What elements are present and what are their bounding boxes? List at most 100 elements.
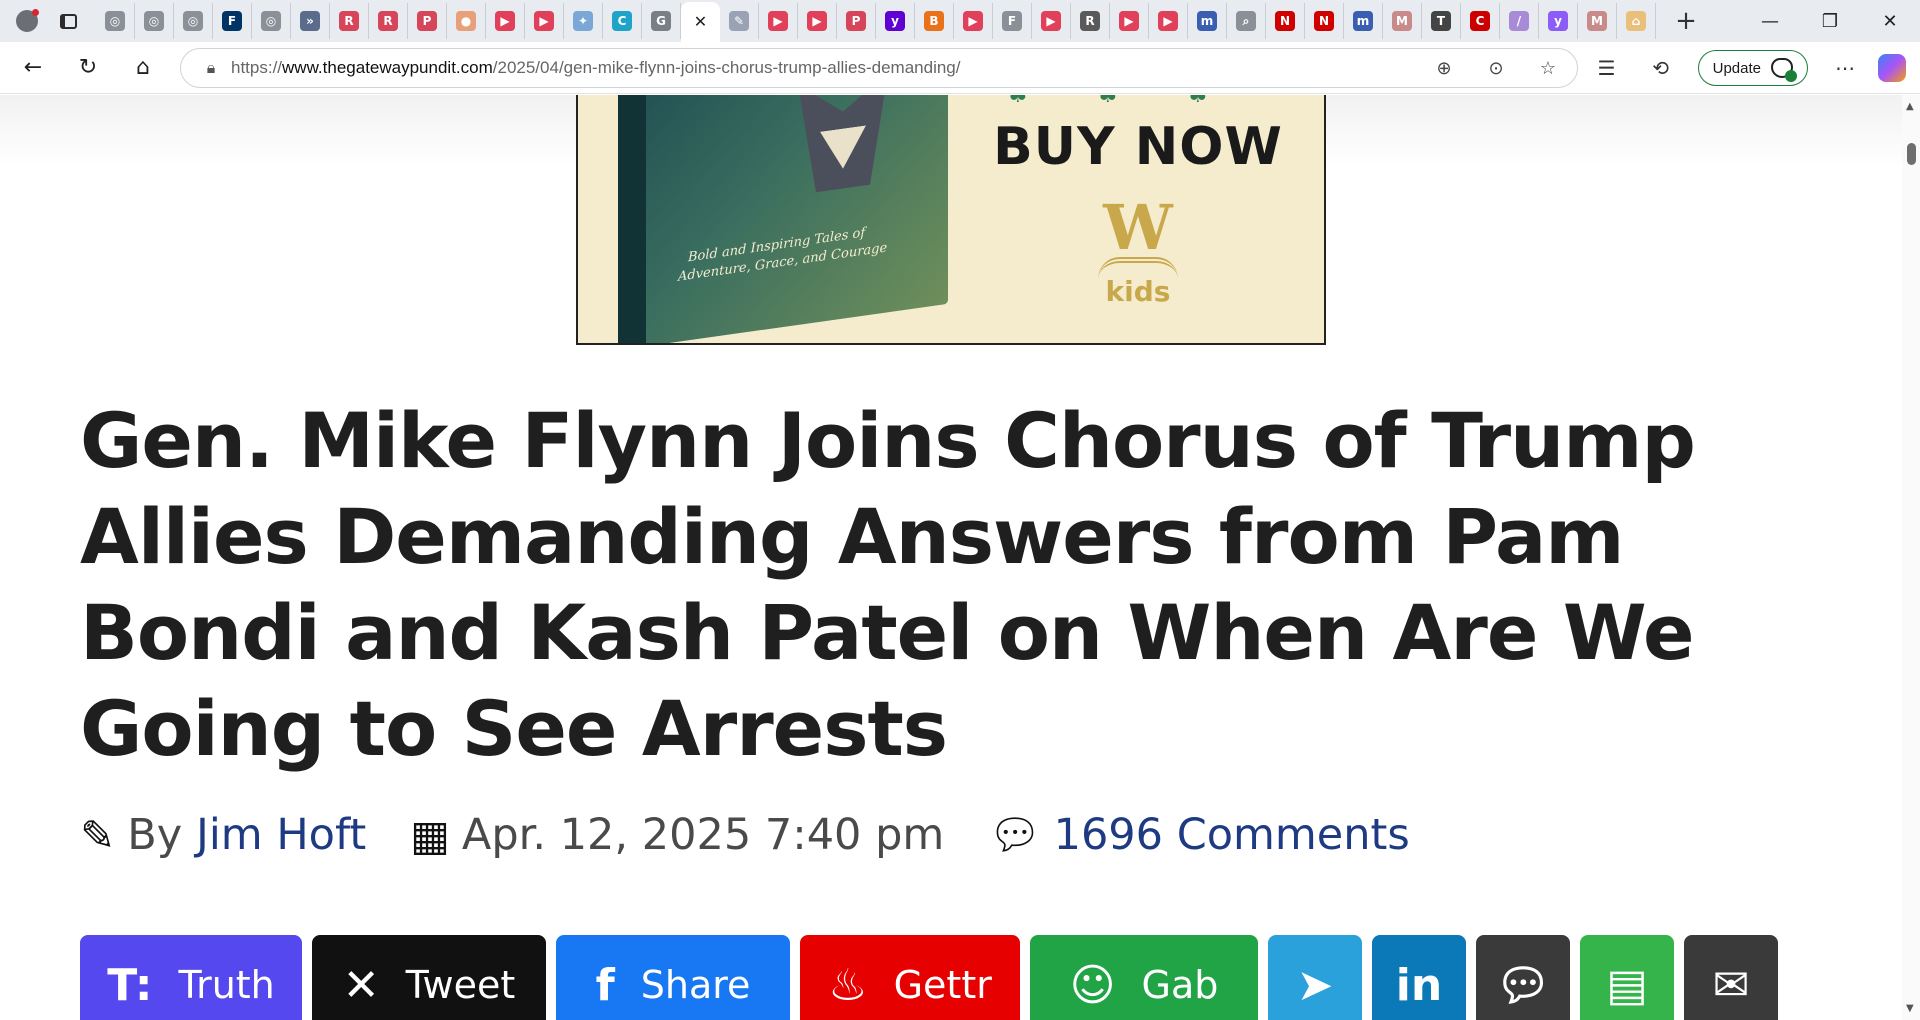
tab[interactable]: G <box>642 3 681 39</box>
back-button[interactable]: ← <box>11 48 55 88</box>
tab[interactable]: C <box>603 3 642 39</box>
author-link[interactable]: Jim Hoft <box>196 810 366 860</box>
home-button[interactable]: ⌂ <box>121 48 165 88</box>
tab[interactable]: ▶ <box>1110 3 1149 39</box>
comments-icon: 💬︎ <box>988 810 1042 859</box>
share-gettr-label: Gettr <box>893 963 992 1007</box>
foxnews-icon: F <box>222 11 242 31</box>
share-linkedin-button[interactable]: in <box>1372 935 1466 1020</box>
profile-button[interactable] <box>10 4 44 38</box>
telegram-icon: ➤ <box>1296 959 1334 1011</box>
envelope-icon: ✉ <box>1712 959 1750 1011</box>
refresh-button[interactable]: ↻ <box>66 48 110 88</box>
scroll-down-arrow-icon[interactable]: ▼ <box>1906 1003 1914 1014</box>
brand-logo-letter: W <box>1103 191 1173 264</box>
tab[interactable]: F <box>213 3 252 39</box>
share-email-button[interactable]: ✉ <box>1684 935 1778 1020</box>
tab[interactable]: B <box>915 3 954 39</box>
tab[interactable]: y <box>1539 3 1578 39</box>
more-menu-icon[interactable]: ⋯ <box>1818 56 1872 80</box>
share-truth-button[interactable]: T: Truth <box>80 935 302 1020</box>
reading-icon[interactable]: ⊙ <box>1477 58 1515 79</box>
restore-button[interactable]: ❐ <box>1800 0 1860 42</box>
notification-dot <box>32 9 39 16</box>
update-button[interactable]: Update <box>1697 50 1808 86</box>
advertisement-banner[interactable]: ♣ ♣ ♣ Bold and Inspiring Tales of Advent… <box>576 95 1326 345</box>
tab[interactable]: ▶ <box>486 3 525 39</box>
address-bar[interactable]: 🔒︎ https://www.thegatewaypundit.com/2025… <box>180 48 1578 88</box>
share-gettr-button[interactable]: ♨ Gettr <box>800 935 1020 1020</box>
share-gab-button[interactable]: ☺ Gab <box>1030 935 1258 1020</box>
scroll-up-arrow-icon[interactable]: ▲ <box>1906 101 1914 112</box>
globe-icon: ◎ <box>261 11 281 31</box>
share-facebook-button[interactable]: f Share <box>556 935 790 1020</box>
page-scrollbar[interactable]: ▲ ▼ <box>1902 95 1920 1020</box>
share-bar: T: Truth ✕ Tweet f Share ♨ Gettr ☺ Gab ➤… <box>80 935 1778 1020</box>
minimize-button[interactable]: — <box>1740 0 1800 42</box>
tab[interactable]: ◎ <box>174 3 213 39</box>
tab[interactable]: m <box>1188 3 1227 39</box>
close-icon[interactable]: ✕ <box>691 12 711 32</box>
tab[interactable]: ◎ <box>135 3 174 39</box>
tab[interactable]: P <box>837 3 876 39</box>
nyt-icon: T <box>1431 11 1451 31</box>
tab-list: ◎ ◎ ◎ F ◎» R R P ● ▶ ▶ ✦ C G ✕ ✎ ▶ ▶ Py B ▶ F ▶ R ▶ ▶ m ⌕ N Nm M T C / y M ⌂ <box>96 0 1656 42</box>
share-sms-button[interactable]: 💬︎ <box>1476 935 1570 1020</box>
tab[interactable]: ▶ <box>1032 3 1071 39</box>
tab[interactable]: ◎ <box>96 3 135 39</box>
tab[interactable]: M <box>1578 3 1617 39</box>
tab[interactable]: N <box>1305 3 1344 39</box>
article-headline: Gen. Mike Flynn Joins Chorus of Trump Al… <box>80 396 1696 773</box>
site-info-icon[interactable]: 🔒︎ <box>191 58 231 78</box>
tab[interactable]: » <box>291 3 330 39</box>
tab[interactable]: ⌂ <box>1617 3 1656 39</box>
tab[interactable]: ⌕ <box>1227 3 1266 39</box>
tab[interactable]: R <box>1071 3 1110 39</box>
tab-actions-button[interactable] <box>52 5 84 37</box>
tab[interactable]: y <box>876 3 915 39</box>
update-label: Update <box>1712 59 1761 77</box>
tab[interactable]: R <box>330 3 369 39</box>
tab[interactable]: T <box>1422 3 1461 39</box>
tab[interactable]: ▶ <box>759 3 798 39</box>
zoom-icon[interactable]: ⊕ <box>1425 58 1463 79</box>
new-tab-button[interactable]: + <box>1668 3 1704 39</box>
favorites-icon[interactable]: ☰ <box>1580 56 1634 80</box>
publish-date: Apr. 12, 2025 7:40 pm <box>461 810 945 860</box>
tab[interactable]: F <box>993 3 1032 39</box>
tab[interactable]: ▶ <box>798 3 837 39</box>
tab[interactable]: / <box>1500 3 1539 39</box>
share-tweet-button[interactable]: ✕ Tweet <box>312 935 546 1020</box>
tab[interactable]: ✦ <box>564 3 603 39</box>
scroll-thumb[interactable] <box>1907 143 1916 165</box>
copilot-icon[interactable] <box>1878 54 1906 82</box>
globe-icon: ◎ <box>105 11 125 31</box>
tab[interactable]: ● <box>447 3 486 39</box>
close-window-button[interactable]: ✕ <box>1860 0 1920 42</box>
message-icon: ▤ <box>1606 959 1648 1011</box>
comments-link[interactable]: 1696 Comments <box>1054 810 1410 860</box>
share-message-button[interactable]: ▤ <box>1580 935 1674 1020</box>
tab[interactable]: M <box>1383 3 1422 39</box>
share-telegram-button[interactable]: ➤ <box>1268 935 1362 1020</box>
url-text[interactable]: https://www.thegatewaypundit.com/2025/04… <box>231 58 960 78</box>
tab[interactable]: ▶ <box>1149 3 1188 39</box>
tab[interactable]: ✎ <box>720 3 759 39</box>
tab[interactable]: C <box>1461 3 1500 39</box>
pencil-icon: ✎ <box>80 810 116 860</box>
url-prefix: https:// <box>231 58 283 77</box>
slash-icon: / <box>1509 11 1529 31</box>
tab[interactable]: ▶ <box>954 3 993 39</box>
linkedin-icon: in <box>1395 959 1443 1011</box>
tab[interactable]: ▶ <box>525 3 564 39</box>
tab[interactable]: N <box>1266 3 1305 39</box>
favorite-star-icon[interactable]: ☆ <box>1529 58 1567 79</box>
history-icon[interactable]: ⟲ <box>1634 56 1688 80</box>
tab[interactable]: ◎ <box>252 3 291 39</box>
browser-toolbar: ← ↻ ⌂ 🔒︎ https://www.thegatewaypundit.co… <box>0 42 1920 94</box>
tab-active[interactable]: ✕ <box>681 2 720 42</box>
tab[interactable]: m <box>1344 3 1383 39</box>
tab[interactable]: R <box>369 3 408 39</box>
tab[interactable]: P <box>408 3 447 39</box>
google-icon: G <box>651 11 671 31</box>
